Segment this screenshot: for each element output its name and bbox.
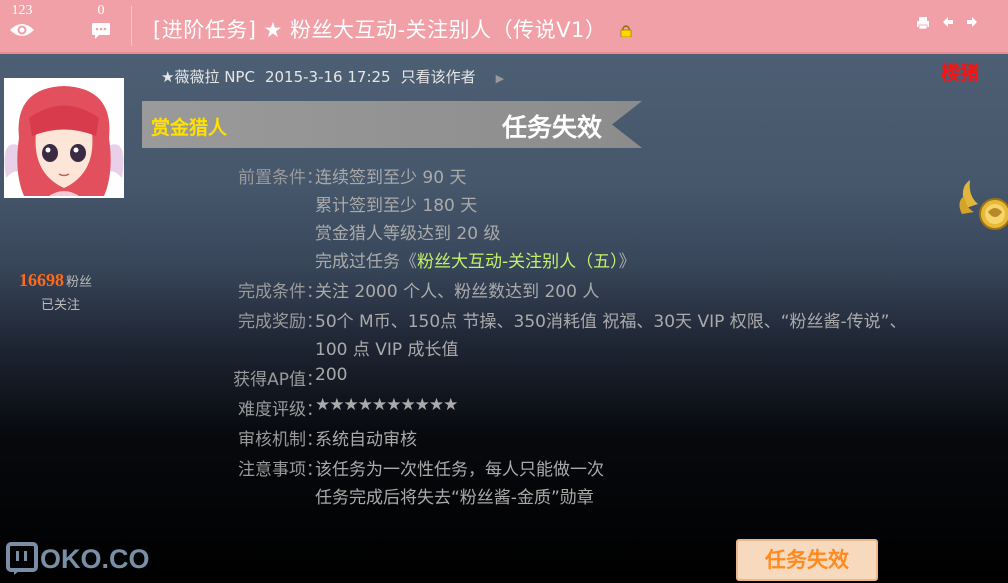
difficulty-label: 难度评级： — [238, 400, 323, 420]
watermark-logo-icon — [6, 542, 38, 575]
review-value: 系统自动审核 — [315, 430, 417, 450]
prerequisite-4-prefix: 完成过任务《 — [315, 252, 417, 272]
comment-icon — [92, 23, 110, 39]
reward-line-1: 50个 M币、150点 节操、350消耗值 祝福、30天 VIP 权限、“粉丝酱… — [315, 312, 907, 332]
comments-stat: 0 — [90, 4, 112, 40]
post-datetime: 2015-3-16 17:25 — [264, 68, 391, 86]
views-stat: 123 — [8, 4, 36, 38]
review-label: 审核机制： — [238, 430, 323, 450]
ap-value: 200 — [315, 365, 348, 385]
fans-stat: 16698 粉丝 — [19, 270, 92, 291]
prerequisite-2: 累计签到至少 180 天 — [315, 196, 478, 216]
fans-label: 粉丝 — [66, 275, 93, 290]
chevron-right-icon: ▶ — [495, 72, 505, 85]
header-divider — [131, 6, 132, 46]
next-arrow-icon[interactable] — [966, 16, 978, 28]
note-line-2: 任务完成后将失去“粉丝酱-金质”勋章 — [315, 488, 594, 508]
prerequisite-4: 完成过任务《粉丝大互动-关注别人（五）》 — [315, 247, 636, 272]
prerequisite-task-link[interactable]: 粉丝大互动-关注别人（五） — [417, 252, 619, 272]
topic-header: 123 0 [进阶任务] ★ 粉丝大互动-关注别人（传说V1） — [0, 0, 1008, 54]
print-icon[interactable] — [916, 16, 930, 30]
reward-label: 完成奖励： — [238, 312, 323, 332]
completion-value: 关注 2000 个人、粉丝数达到 200 人 — [315, 282, 600, 302]
note-line-1: 该任务为一次性任务，每人只能做一次 — [315, 460, 604, 480]
prerequisite-4-suffix: 》 — [618, 252, 636, 272]
user-sidebar: 16698 粉丝 已关注 — [0, 54, 136, 583]
task-status-button[interactable]: 任务失效 — [736, 539, 878, 581]
medal-icon[interactable] — [958, 178, 1008, 234]
reward-line-2: 100 点 VIP 成长值 — [315, 340, 459, 360]
notes-label: 注意事项： — [238, 460, 323, 480]
prerequisite-3: 赏金猎人等级达到 20 级 — [315, 224, 501, 244]
topic-title: [进阶任务] ★ 粉丝大互动-关注别人（传说V1） — [153, 18, 607, 42]
floor-label: 楼猪 — [941, 62, 980, 84]
only-author-link[interactable]: 只看该作者 — [401, 68, 476, 86]
author-name[interactable]: ★薇薇拉 NPC — [161, 68, 255, 86]
prerequisites-label: 前置条件： — [238, 168, 323, 188]
ap-label: 获得AP值： — [233, 370, 323, 390]
eye-icon — [10, 24, 34, 36]
completion-label: 完成条件： — [238, 282, 323, 302]
post-meta: ★薇薇拉 NPC 2015-3-16 17:25 只看该作者 ▶ — [161, 66, 514, 87]
prerequisite-1: 连续签到至少 90 天 — [315, 168, 467, 188]
banner-status: 任务失效 — [502, 113, 603, 142]
banner-category: 赏金猎人 — [151, 117, 228, 139]
lock-icon — [620, 25, 632, 37]
views-count: 123 — [11, 3, 33, 18]
avatar[interactable] — [4, 78, 124, 198]
fans-count: 16698 — [19, 270, 64, 290]
difficulty-stars: ★★★★★★★★★★ — [315, 395, 458, 415]
comments-count: 0 — [97, 3, 105, 18]
follow-status[interactable]: 已关注 — [41, 294, 80, 313]
prev-arrow-icon[interactable] — [942, 16, 954, 28]
watermark-text: OKO.CO — [40, 544, 150, 574]
